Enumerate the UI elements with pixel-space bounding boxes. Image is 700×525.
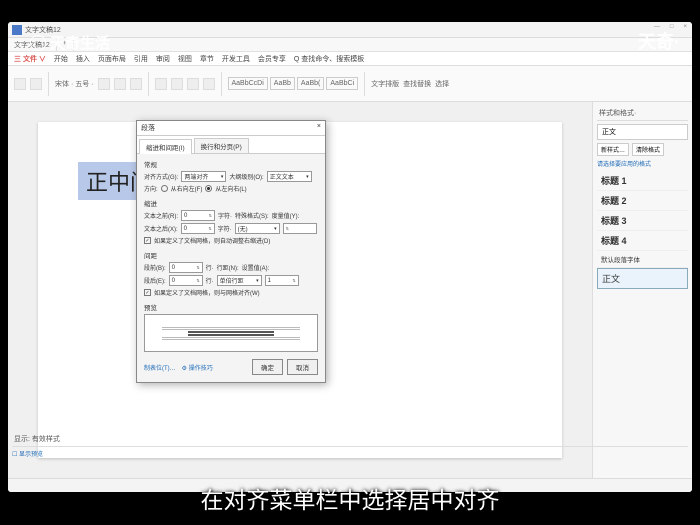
doc-tabs: 文字文稿12 + <box>8 38 692 52</box>
menu-review[interactable]: 审阅 <box>156 54 170 63</box>
current-style[interactable]: 正文 <box>597 124 688 140</box>
chk-autoindent[interactable]: ✓ <box>144 237 151 244</box>
space-before-spinner[interactable]: 0 <box>169 262 203 273</box>
cancel-button[interactable]: 取消 <box>287 359 318 375</box>
find-replace[interactable]: 查找替换 <box>403 79 431 89</box>
style-h3[interactable]: AaBbCi <box>326 77 358 90</box>
linespace-select[interactable]: 单倍行距 <box>217 275 262 286</box>
align-select[interactable]: 两端对齐 <box>181 171 226 182</box>
tab-break[interactable]: 换行和分页(P) <box>194 138 249 153</box>
menu-file[interactable]: 三 文件 ∨ <box>14 54 46 63</box>
space-after-spinner[interactable]: 0 <box>169 275 203 286</box>
dialog-close-button[interactable]: × <box>317 123 321 133</box>
style-gallery: AaBbCcDi AaBb AaBb( AaBbCi <box>228 77 359 90</box>
text-tools[interactable]: 文字排版 <box>371 79 399 89</box>
outline-select[interactable]: 正文文本 <box>267 171 312 182</box>
menu-insert[interactable]: 插入 <box>76 54 90 63</box>
chk-grid[interactable]: ✓ <box>144 289 151 296</box>
style-item-body[interactable]: 正文 <box>597 268 688 289</box>
section-spacing: 间距 <box>144 250 318 260</box>
document-canvas[interactable]: 正中间 段落 × 缩进和间距(I) 换行和分页(P) 常规 对齐方式(G): <box>8 102 592 478</box>
preview-box <box>144 314 318 352</box>
menu-view[interactable]: 视图 <box>178 54 192 63</box>
outline-label: 大纲级别(O): <box>229 172 263 181</box>
style-h2[interactable]: AaBb( <box>297 77 324 90</box>
search-box[interactable]: Q 查找命令、搜索模板 <box>294 54 364 63</box>
section-preview: 预览 <box>144 302 318 312</box>
titlebar: 文字文稿12 <box>8 22 692 38</box>
indent-after-spinner[interactable]: 0 <box>181 223 215 234</box>
close-icon[interactable]: × <box>678 22 692 32</box>
menu-chapter[interactable]: 章节 <box>200 54 214 63</box>
watermark-right: 天奇· <box>638 28 680 54</box>
paragraph-dialog: 段落 × 缩进和间距(I) 换行和分页(P) 常规 对齐方式(G): 两端对齐 … <box>136 120 326 383</box>
panel-title: 样式和格式· <box>597 106 688 121</box>
style-item-h4[interactable]: 标题 4 <box>597 231 688 251</box>
dialog-title: 段落 <box>141 123 155 133</box>
paste-button[interactable] <box>14 78 26 90</box>
doc-icon <box>12 25 22 35</box>
ribbon-menu: 三 文件 ∨ 开始 插入 页面布局 引用 审阅 视图 章节 开发工具 会员专享 … <box>8 52 692 66</box>
panel-hint: 请选择要应用的格式 <box>597 159 688 168</box>
style-item-h2[interactable]: 标题 2 <box>597 191 688 211</box>
show-preview-toggle[interactable]: ☐ 显示预览 <box>12 449 688 458</box>
menu-home[interactable]: 开始 <box>54 54 68 63</box>
italic-button[interactable] <box>114 78 126 90</box>
tabstops-button[interactable]: 制表位(T)… <box>144 363 176 372</box>
style-item-h3[interactable]: 标题 3 <box>597 211 688 231</box>
clear-format-button[interactable]: 清除格式 <box>632 143 664 156</box>
menu-dev[interactable]: 开发工具 <box>222 54 250 63</box>
ribbon-toolbar: 宋体 · 五号 · AaBbCcDi AaBb AaBb( AaBbCi 文字排… <box>8 66 692 102</box>
radio-rtl[interactable] <box>161 185 168 192</box>
align-left-button[interactable] <box>155 78 167 90</box>
watermark-logo: 天奇生活 <box>30 32 110 53</box>
align-right-button[interactable] <box>187 78 199 90</box>
direction-label: 方向: <box>144 184 158 193</box>
tips-button[interactable]: ⚙ 操作技巧 <box>182 363 213 372</box>
app-window: — □ × 文字文稿12 文字文稿12 + 三 文件 ∨ 开始 插入 页面布局 … <box>8 22 692 492</box>
style-item-h1[interactable]: 标题 1 <box>597 171 688 191</box>
metric-spinner[interactable] <box>283 223 317 234</box>
style-h1[interactable]: AaBb <box>270 77 295 90</box>
align-justify-button[interactable] <box>203 78 215 90</box>
align-center-button[interactable] <box>171 78 183 90</box>
section-indent: 缩进 <box>144 198 318 208</box>
select-tool[interactable]: 选择 <box>435 79 449 89</box>
bold-button[interactable] <box>98 78 110 90</box>
setval-spinner[interactable]: 1 <box>265 275 299 286</box>
new-style-button[interactable]: 新样式… <box>597 143 629 156</box>
special-select[interactable]: (无) <box>235 223 280 234</box>
radio-ltr[interactable] <box>205 185 212 192</box>
align-label: 对齐方式(G): <box>144 172 178 181</box>
video-subtitle: 在对齐菜单栏中选择居中对齐 <box>0 481 700 515</box>
menu-layout[interactable]: 页面布局 <box>98 54 126 63</box>
indent-before-spinner[interactable]: 0 <box>181 210 215 221</box>
section-general: 常规 <box>144 159 318 169</box>
style-item-default[interactable]: 默认段落字体 <box>597 251 688 268</box>
menu-ref[interactable]: 引用 <box>134 54 148 63</box>
menu-member[interactable]: 会员专享 <box>258 54 286 63</box>
underline-button[interactable] <box>130 78 142 90</box>
style-normal[interactable]: AaBbCcDi <box>228 77 268 90</box>
tab-indent[interactable]: 缩进和间距(I) <box>139 139 192 154</box>
ok-button[interactable]: 确定 <box>252 359 283 375</box>
font-selector[interactable]: 宋体 · 五号 · <box>55 79 94 89</box>
show-label: 显示: 有效样式 <box>12 432 688 447</box>
styles-panel: 样式和格式· 正文 新样式… 清除格式 请选择要应用的格式 标题 1 标题 2 … <box>592 102 692 478</box>
cut-button[interactable] <box>30 78 42 90</box>
